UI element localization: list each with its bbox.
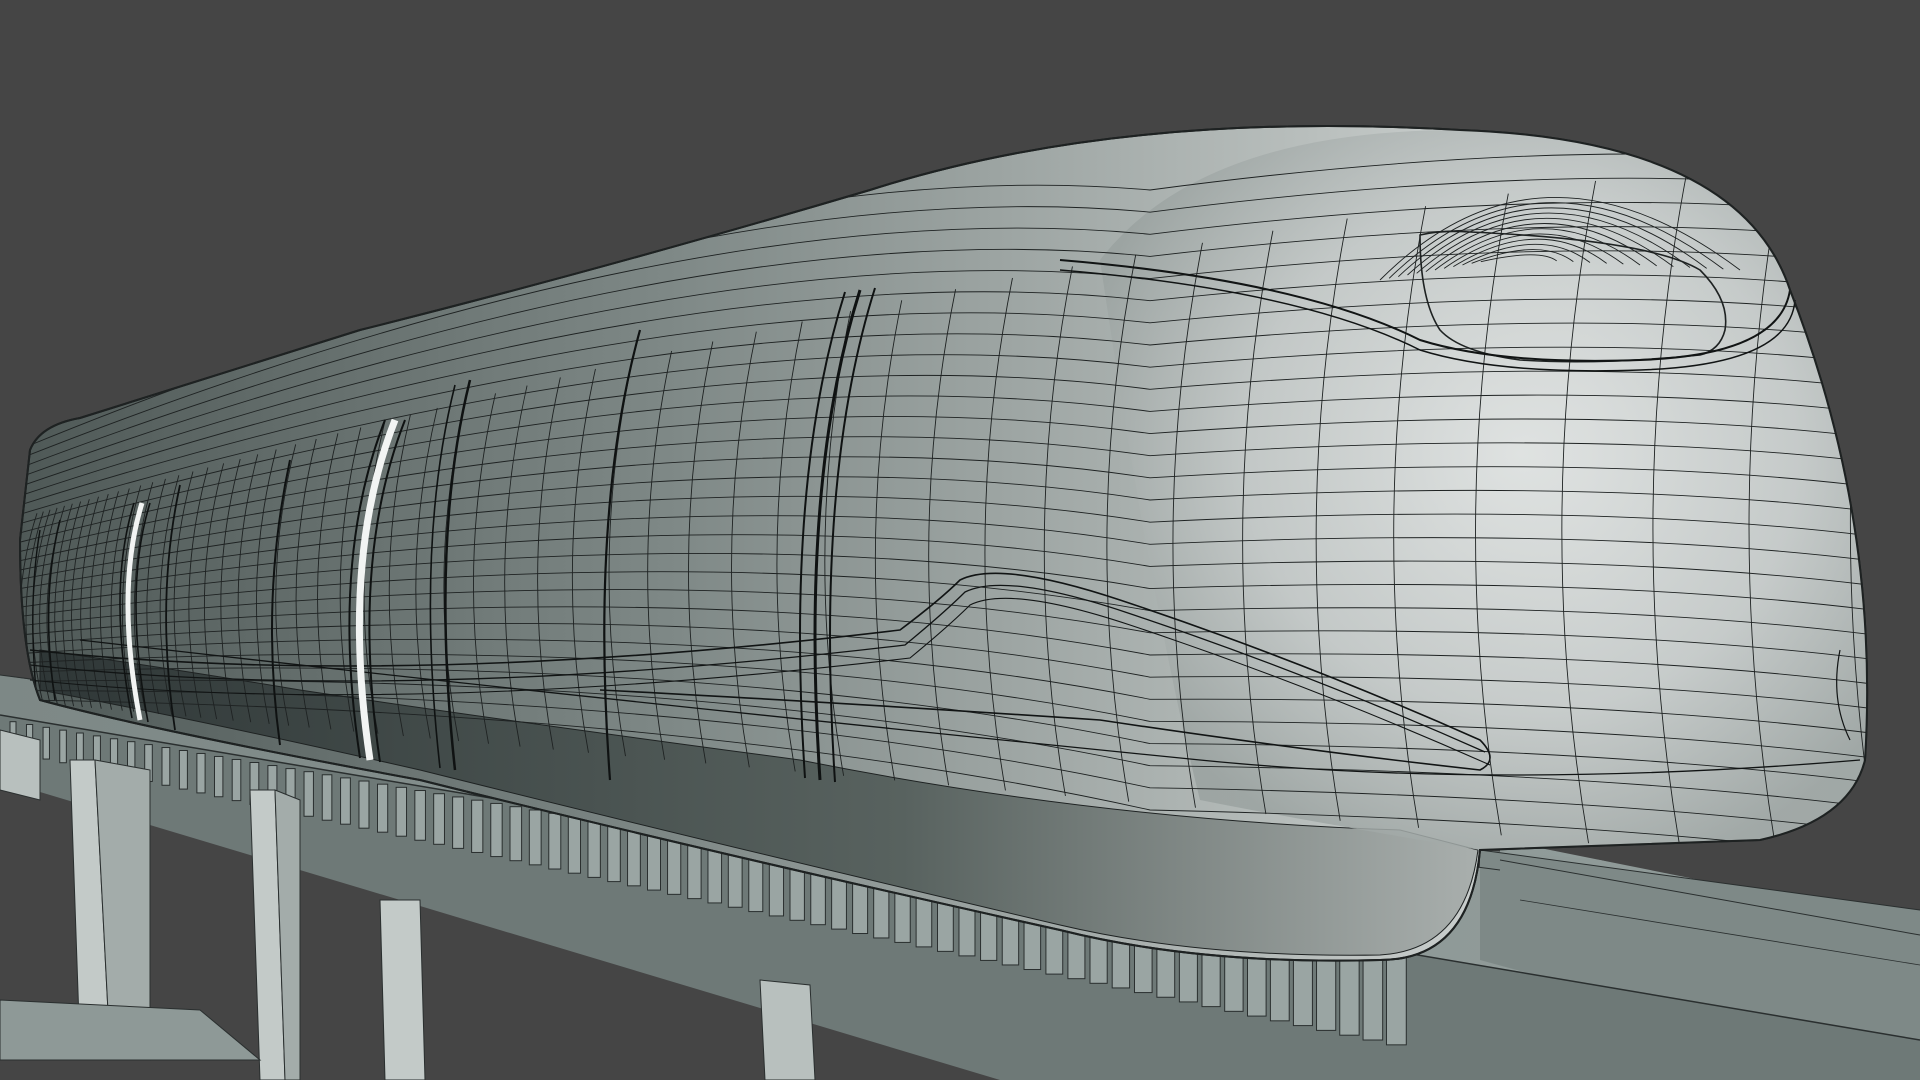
guideway-rib [196, 752, 206, 794]
guideway-rib [1385, 955, 1407, 1046]
guideway-rib [213, 755, 224, 798]
guideway-rib [567, 816, 582, 874]
guideway-rib [548, 812, 562, 870]
guideway-rib [607, 822, 621, 883]
guideway-rib [433, 793, 445, 845]
guideway-rib [340, 777, 351, 825]
guideway-rib [161, 747, 171, 786]
guideway-rib [231, 758, 242, 802]
guideway-rib [377, 783, 389, 833]
guideway-rib [471, 799, 484, 853]
viewport-canvas[interactable] [0, 0, 1920, 1080]
guideway-rib [358, 780, 370, 829]
guideway-rib [321, 774, 333, 821]
guideway-rib [303, 771, 314, 817]
guideway-rib [647, 829, 661, 891]
guideway-rib [42, 726, 50, 760]
guideway-rib [509, 806, 523, 862]
guideway-rib [414, 790, 426, 841]
guideway-rib [59, 729, 67, 764]
3d-viewport[interactable] [0, 0, 1920, 1080]
guideway-rib [178, 749, 188, 790]
guideway-rib [627, 826, 641, 887]
guideway-rib [528, 809, 542, 866]
guideway-rib [395, 786, 408, 837]
guideway-rib [1362, 951, 1384, 1041]
guideway-rib [452, 796, 465, 849]
guideway-rib [587, 819, 601, 878]
guideway-rib [490, 802, 503, 858]
